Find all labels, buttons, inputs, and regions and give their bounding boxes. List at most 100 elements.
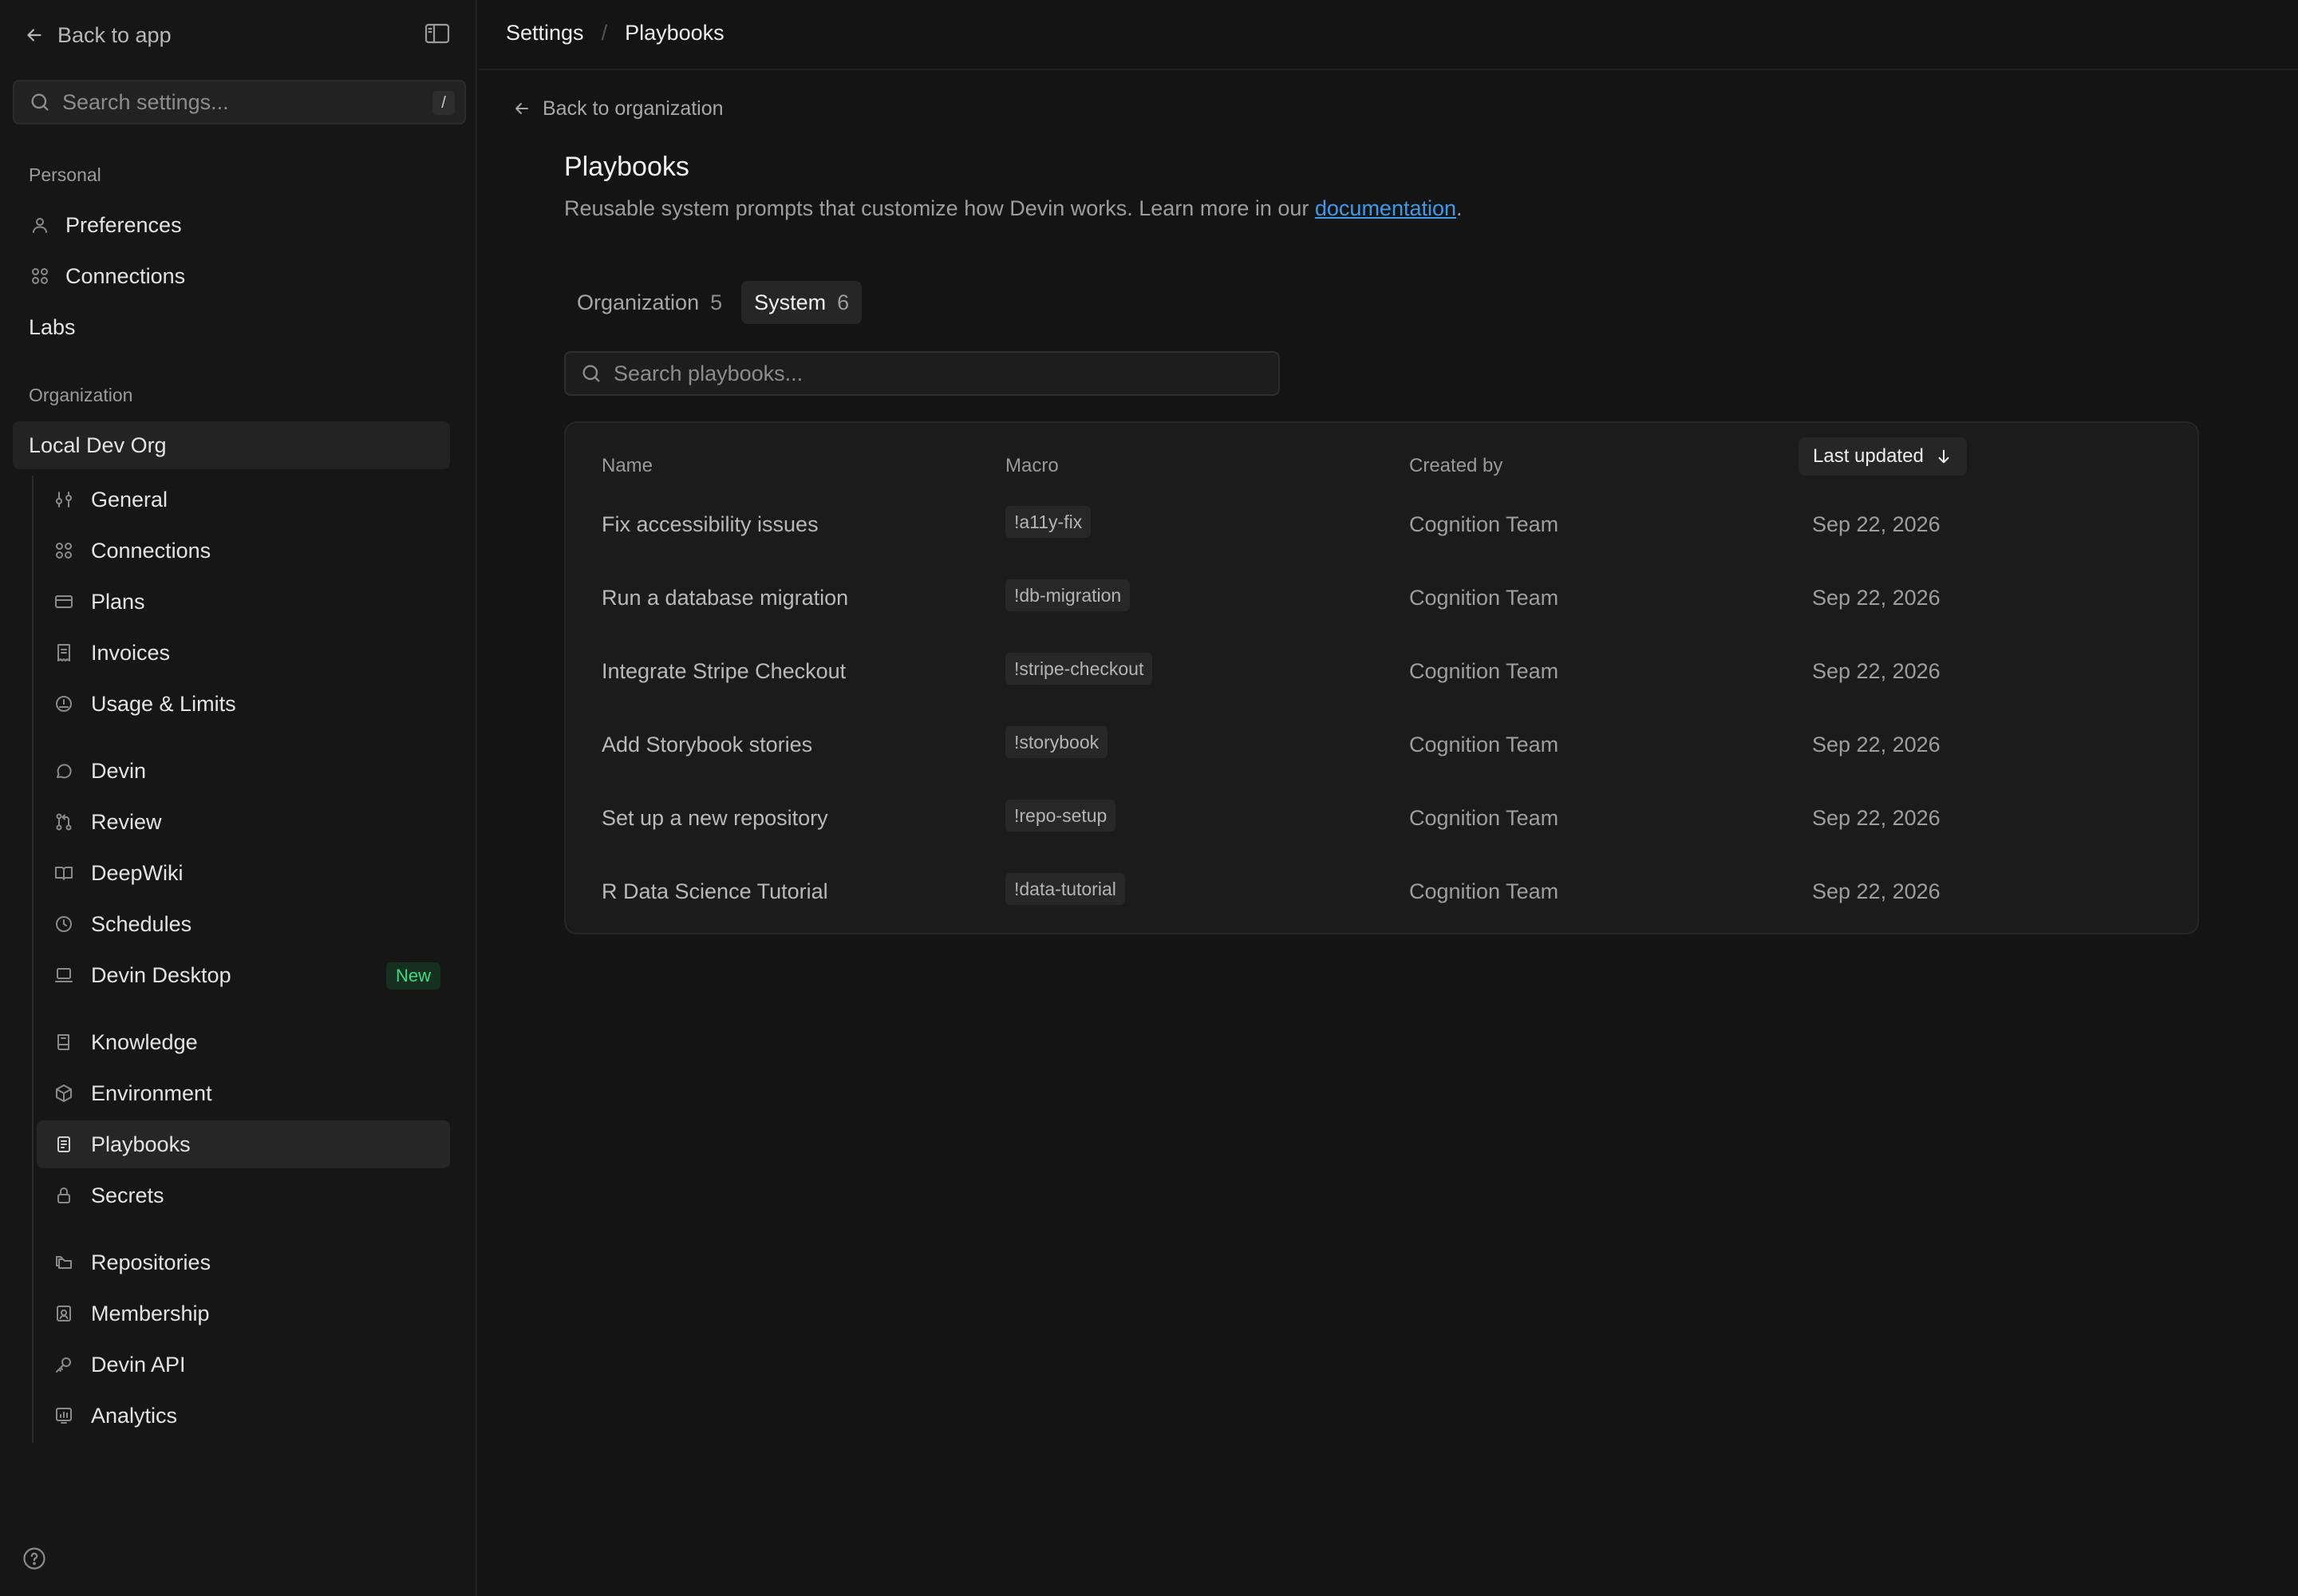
breadcrumb-separator: /: [601, 21, 608, 45]
sidebar-item-label: Preferences: [65, 212, 182, 237]
grid-icon: [53, 539, 75, 562]
playbook-name: Run a database migration: [602, 586, 849, 610]
sidebar-item-label: Review: [91, 809, 162, 834]
box-icon: [53, 1082, 75, 1104]
sidebar-item-analytics[interactable]: Analytics: [37, 1392, 450, 1440]
sidebar-item-labs[interactable]: Labs: [13, 303, 450, 351]
last-updated: Sep 22, 2026: [1812, 733, 1941, 757]
grid-icon: [29, 265, 51, 287]
sidebar-item-label: Devin: [91, 758, 147, 783]
sidebar-item-membership[interactable]: Membership: [37, 1290, 450, 1337]
book-icon: [53, 1031, 75, 1053]
sidebar-toggle-icon[interactable]: [424, 22, 450, 45]
sidebar-item-invoices[interactable]: Invoices: [37, 629, 450, 677]
tab-count: 6: [837, 290, 850, 314]
org-selector[interactable]: Local Dev Org: [13, 421, 450, 469]
sidebar-item-personal-connections[interactable]: Connections: [13, 252, 450, 300]
lock-icon: [53, 1184, 75, 1207]
column-header-macro[interactable]: Macro: [1005, 455, 1059, 477]
back-to-organization-label: Back to organization: [543, 97, 724, 120]
playbook-name: Add Storybook stories: [602, 733, 813, 757]
sidebar-item-environment[interactable]: Environment: [37, 1069, 450, 1117]
settings-search-input[interactable]: [62, 89, 413, 115]
last-updated: Sep 22, 2026: [1812, 806, 1941, 830]
playbook-name: Integrate Stripe Checkout: [602, 659, 847, 683]
arrow-left-icon: [512, 99, 531, 118]
macro-tag: !db-migration: [1005, 579, 1131, 611]
folders-icon: [53, 1251, 75, 1274]
sidebar-item-devin[interactable]: Devin: [37, 747, 450, 795]
sidebar-item-knowledge[interactable]: Knowledge: [37, 1018, 450, 1066]
tab-system[interactable]: System 6: [741, 281, 863, 324]
help-icon[interactable]: [22, 1547, 46, 1570]
sidebar-item-deepwiki[interactable]: DeepWiki: [37, 849, 450, 897]
file-text-icon: [53, 1133, 75, 1156]
tab-organization[interactable]: Organization 5: [564, 281, 735, 324]
sidebar-item-preferences[interactable]: Preferences: [13, 201, 450, 249]
macro-tag: !repo-setup: [1005, 800, 1116, 832]
page-title: Playbooks: [564, 152, 689, 182]
clock-icon: [53, 913, 75, 935]
id-card-icon: [53, 1302, 75, 1325]
macro-tag: !stripe-checkout: [1005, 653, 1153, 685]
organization-section-label: Organization: [29, 385, 133, 405]
column-header-name[interactable]: Name: [602, 455, 653, 477]
description-end: .: [1456, 196, 1463, 220]
sidebar-item-repositories[interactable]: Repositories: [37, 1238, 450, 1286]
sidebar-item-review[interactable]: Review: [37, 798, 450, 846]
playbook-tabs: Organization 5 System 6: [564, 281, 863, 324]
table-row[interactable]: Set up a new repository !repo-setup Cogn…: [567, 782, 2197, 855]
sidebar-item-playbooks[interactable]: Playbooks: [37, 1120, 450, 1168]
playbook-name: Set up a new repository: [602, 806, 828, 830]
sidebar-item-usage-limits[interactable]: Usage & Limits: [37, 680, 450, 728]
tab-label: Organization: [577, 290, 700, 314]
sidebar-item-label: Labs: [29, 314, 76, 339]
sidebar-item-label: Devin Desktop: [91, 962, 231, 987]
sidebar-item-label: Connections: [91, 538, 211, 563]
sidebar-item-label: Playbooks: [91, 1132, 191, 1156]
playbook-name: Fix accessibility issues: [602, 512, 819, 536]
back-to-organization-link[interactable]: Back to organization: [512, 96, 724, 121]
last-updated: Sep 22, 2026: [1812, 879, 1941, 903]
sidebar-item-label: Knowledge: [91, 1029, 198, 1054]
sidebar-item-general[interactable]: General: [37, 476, 450, 523]
sidebar-item-label: Devin API: [91, 1352, 186, 1377]
book-open-icon: [53, 862, 75, 884]
playbook-search[interactable]: [564, 351, 1280, 396]
playbook-search-input[interactable]: [614, 361, 1268, 386]
sidebar-item-plans[interactable]: Plans: [37, 578, 450, 626]
settings-search[interactable]: /: [13, 80, 466, 124]
sidebar-item-label: Membership: [91, 1301, 210, 1325]
table-row[interactable]: R Data Science Tutorial !data-tutorial C…: [567, 855, 2197, 929]
top-bar: Settings / Playbooks: [479, 0, 2298, 70]
created-by: Cognition Team: [1409, 879, 1559, 903]
sidebar-item-connections[interactable]: Connections: [37, 527, 450, 575]
new-badge: New: [385, 962, 440, 990]
documentation-link[interactable]: documentation: [1315, 196, 1456, 220]
last-updated: Sep 22, 2026: [1812, 586, 1941, 610]
sidebar-item-devin-api[interactable]: Devin API: [37, 1341, 450, 1389]
created-by: Cognition Team: [1409, 512, 1559, 536]
description-text: Reusable system prompts that customize h…: [564, 196, 1315, 220]
tree-guide-line: [32, 476, 34, 1443]
created-by: Cognition Team: [1409, 806, 1559, 830]
column-header-last-updated[interactable]: Last updated: [1799, 437, 1967, 476]
back-to-app-link[interactable]: Back to app: [24, 19, 172, 51]
sidebar-item-label: Schedules: [91, 911, 192, 936]
sidebar-item-label: DeepWiki: [91, 860, 184, 885]
arrow-down-icon: [1935, 448, 1953, 465]
table-row[interactable]: Run a database migration !db-migration C…: [567, 562, 2197, 635]
sidebar-item-devin-desktop[interactable]: Devin Desktop New: [37, 951, 450, 999]
playbooks-table: Name Macro Created by Last updated Fix a…: [564, 421, 2199, 934]
sidebar-item-schedules[interactable]: Schedules: [37, 900, 450, 948]
key-icon: [53, 1353, 75, 1376]
column-header-created-by[interactable]: Created by: [1409, 455, 1502, 477]
breadcrumb-current: Playbooks: [625, 21, 725, 45]
tab-count: 5: [710, 290, 723, 314]
table-row[interactable]: Integrate Stripe Checkout !stripe-checko…: [567, 635, 2197, 709]
table-row[interactable]: Fix accessibility issues !a11y-fix Cogni…: [567, 488, 2197, 562]
sidebar-item-secrets[interactable]: Secrets: [37, 1171, 450, 1219]
table-row[interactable]: Add Storybook stories !storybook Cogniti…: [567, 709, 2197, 782]
macro-tag: !a11y-fix: [1005, 506, 1092, 538]
breadcrumb-settings[interactable]: Settings: [506, 21, 584, 45]
